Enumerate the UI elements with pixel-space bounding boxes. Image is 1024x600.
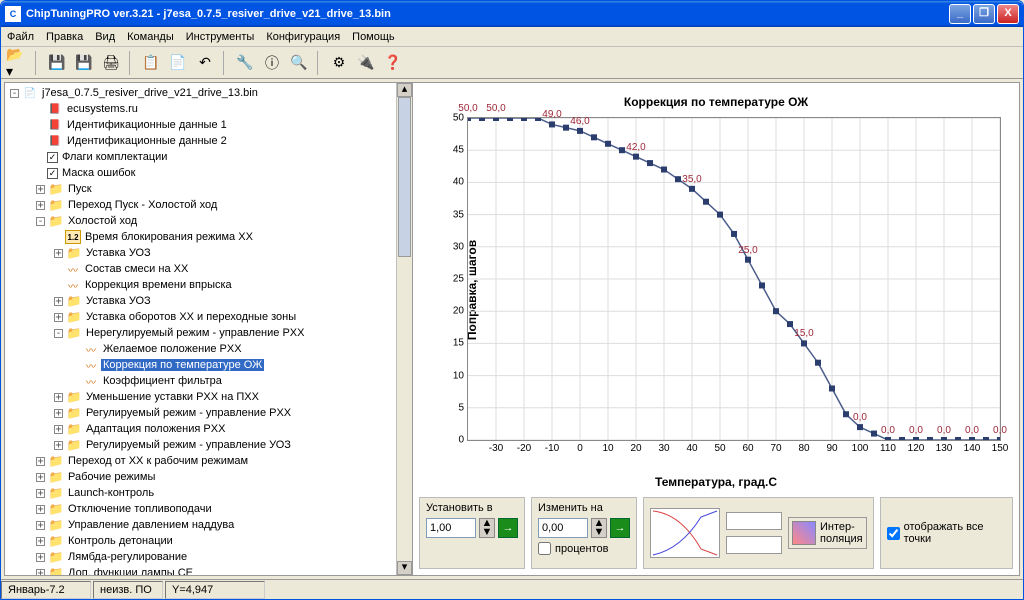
tree-item[interactable]: +Управление давлением наддува: [7, 517, 394, 533]
window-title: ChipTuningPRO ver.3.21 - j7esa_0.7.5_res…: [26, 8, 949, 20]
change-value-group: Изменить на ▲▼ → процентов: [531, 497, 637, 569]
preview1-icon[interactable]: [650, 508, 720, 558]
menu-help[interactable]: Помощь: [352, 31, 395, 43]
set-apply-button[interactable]: →: [498, 518, 518, 538]
tree-item[interactable]: +Пуск: [7, 181, 394, 197]
tree-item[interactable]: 📕ecusystems.ru: [7, 101, 394, 117]
show-all-points-checkbox[interactable]: [887, 527, 900, 540]
tree-item[interactable]: +Переход от XX к рабочим режимам: [7, 453, 394, 469]
tree-item[interactable]: +Переход Пуск - Холостой ход: [7, 197, 394, 213]
chart-area: Коррекция по температуре ОЖ Поправка, ша…: [419, 89, 1013, 491]
tree-view[interactable]: -📄j7esa_0.7.5_resiver_drive_v21_drive_13…: [5, 83, 396, 575]
scroll-down-icon[interactable]: ▾: [397, 561, 412, 575]
set-spinner[interactable]: ▲▼: [479, 518, 495, 538]
tree-item[interactable]: 〰Коэффициент фильтра: [7, 373, 394, 389]
menu-view[interactable]: Вид: [95, 31, 115, 43]
set-value-input[interactable]: [426, 518, 476, 538]
tree-item[interactable]: -Нерегулируемый режим - управление РXX: [7, 325, 394, 341]
tree-item[interactable]: ✓Маска ошибок: [7, 165, 394, 181]
tree-item[interactable]: ✓Флаги комплектации: [7, 149, 394, 165]
copy-icon[interactable]: 📋: [139, 51, 163, 75]
tree-item[interactable]: +Адаптация положения РXX: [7, 421, 394, 437]
change-apply-button[interactable]: →: [610, 518, 630, 538]
maximize-button[interactable]: ❐: [973, 4, 995, 24]
tree-item[interactable]: 〰Состав смеси на XX: [7, 261, 394, 277]
search-icon[interactable]: 🔍: [287, 51, 311, 75]
tree-scrollbar[interactable]: ▴ ▾: [396, 83, 412, 575]
tree-item[interactable]: +Уставка оборотов XX и переходные зоны: [7, 309, 394, 325]
set-label: Установить в: [426, 502, 518, 514]
minimize-button[interactable]: _: [949, 4, 971, 24]
open-icon[interactable]: 📂▾: [5, 51, 29, 75]
help-icon[interactable]: ❓: [381, 51, 405, 75]
menu-commands[interactable]: Команды: [127, 31, 174, 43]
tree-item[interactable]: 〰Желаемое положение РXX: [7, 341, 394, 357]
menubar: Файл Правка Вид Команды Инструменты Конф…: [1, 27, 1023, 47]
app-icon: C: [5, 6, 21, 22]
tree-item[interactable]: +Рабочие режимы: [7, 469, 394, 485]
settings-icon[interactable]: ⚙: [327, 51, 351, 75]
chart-title: Коррекция по температуре ОЖ: [624, 95, 808, 109]
percent-checkbox[interactable]: [538, 542, 551, 555]
bottom-controls: Установить в ▲▼ → Изменить на ▲▼ →: [419, 491, 1013, 569]
tree-root[interactable]: -📄j7esa_0.7.5_resiver_drive_v21_drive_13…: [7, 85, 394, 101]
scroll-thumb[interactable]: [398, 97, 411, 257]
menu-file[interactable]: Файл: [7, 31, 34, 43]
undo-icon[interactable]: ↶: [193, 51, 217, 75]
percent-label: процентов: [555, 543, 608, 555]
tree-item[interactable]: +Доп. функции лампы CE: [7, 565, 394, 575]
preview3-icon[interactable]: [726, 536, 782, 554]
tree-item[interactable]: 📕Идентификационные данные 1: [7, 117, 394, 133]
change-value-input[interactable]: [538, 518, 588, 538]
toolbar: 📂▾ 💾 💾 🖨 📋 📄 ↶ 🔧 ⓘ 🔍 ⚙ 🔌 ❓: [1, 47, 1023, 79]
save-icon[interactable]: 💾: [45, 51, 69, 75]
tree-item[interactable]: +Уменьшение уставки РXX на ПXX: [7, 389, 394, 405]
print-icon[interactable]: 🖨: [99, 51, 123, 75]
info-icon[interactable]: ⓘ: [260, 51, 284, 75]
tree-item[interactable]: +Контроль детонации: [7, 533, 394, 549]
change-label: Изменить на: [538, 502, 630, 514]
tree-item[interactable]: 📕Идентификационные данные 2: [7, 133, 394, 149]
tree-item[interactable]: +Уставка УОЗ: [7, 293, 394, 309]
tree-item[interactable]: 〰Коррекция по температуре ОЖ: [7, 357, 394, 373]
tool1-icon[interactable]: 🔧: [233, 51, 257, 75]
chart-x-label: Температура, град.C: [655, 475, 777, 489]
status-module: Январь-7.2: [1, 581, 91, 599]
scroll-up-icon[interactable]: ▴: [397, 83, 412, 97]
chart-plot[interactable]: 05101520253035404550-30-20-1001020304050…: [467, 117, 1001, 441]
menu-edit[interactable]: Правка: [46, 31, 83, 43]
tree-item[interactable]: +Отключение топливоподачи: [7, 501, 394, 517]
menu-tools[interactable]: Инструменты: [186, 31, 255, 43]
tree-item[interactable]: +Регулируемый режим - управление РXX: [7, 405, 394, 421]
menu-config[interactable]: Конфигурация: [266, 31, 340, 43]
show-all-points-label: отображать все точки: [904, 521, 1006, 545]
tree-item[interactable]: +Уставка УОЗ: [7, 245, 394, 261]
tree-item[interactable]: +Лямбда-регулирование: [7, 549, 394, 565]
connect-icon[interactable]: 🔌: [354, 51, 378, 75]
preview2-icon[interactable]: [726, 512, 782, 530]
titlebar: C ChipTuningPRO ver.3.21 - j7esa_0.7.5_r…: [1, 1, 1023, 27]
status-firmware: неизв. ПО: [93, 581, 163, 599]
tree-item[interactable]: +Регулируемый режим - управление УОЗ: [7, 437, 394, 453]
tree-item[interactable]: 1.2Время блокирования режима XX: [7, 229, 394, 245]
paste-icon[interactable]: 📄: [166, 51, 190, 75]
status-yvalue: Y=4,947: [165, 581, 265, 599]
tree-item[interactable]: 〰Коррекция времени впрыска: [7, 277, 394, 293]
save-as-icon[interactable]: 💾: [72, 51, 96, 75]
set-value-group: Установить в ▲▼ →: [419, 497, 525, 569]
close-button[interactable]: X: [997, 4, 1019, 24]
tree-item[interactable]: +Launch-контроль: [7, 485, 394, 501]
tree-item[interactable]: -Холостой ход: [7, 213, 394, 229]
interpolation-button[interactable]: Интер- поляция: [788, 517, 867, 549]
interpolation-icon: [792, 521, 816, 545]
statusbar: Январь-7.2 неизв. ПО Y=4,947: [1, 579, 1023, 599]
change-spinner[interactable]: ▲▼: [591, 518, 607, 538]
